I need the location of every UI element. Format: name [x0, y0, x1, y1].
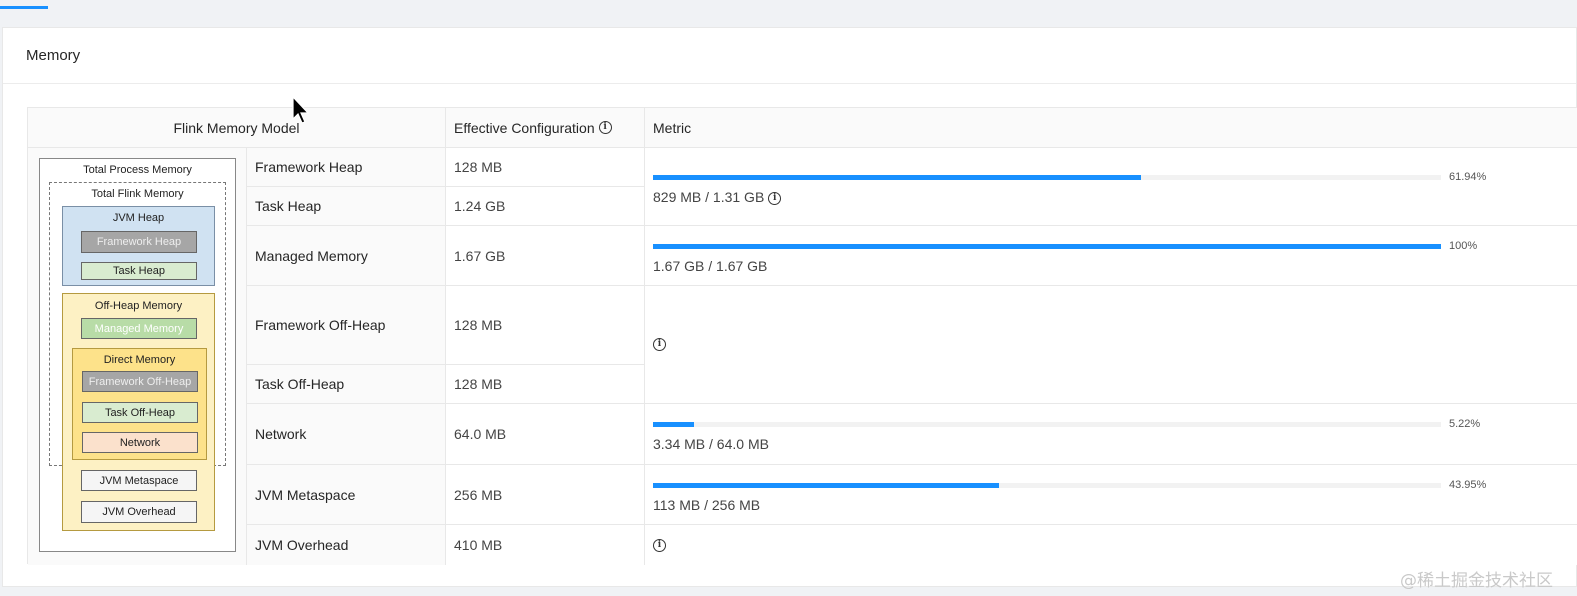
- diagram-network: Network: [82, 432, 198, 453]
- metric-heap: 61.94% 829 MB / 1.31 GB i: [645, 148, 1577, 226]
- network-progress-bar: [653, 422, 1441, 427]
- active-tab-indicator: [0, 6, 48, 9]
- top-strip: [0, 0, 1577, 10]
- header-model-label: Flink Memory Model: [173, 119, 300, 136]
- heap-progress-fill: [653, 175, 1142, 180]
- network-usage: 3.34 MB / 64.0 MB: [653, 436, 769, 452]
- watermark: @稀土掘金技术社区: [1400, 571, 1553, 591]
- row-value-label: 1.67 GB: [454, 247, 506, 264]
- row-value-label: 1.24 GB: [454, 198, 506, 214]
- row-value-task-heap: 1.24 GB: [446, 187, 645, 226]
- diagram-jvm-metaspace: JVM Metaspace: [81, 470, 197, 491]
- info-icon[interactable]: i: [768, 191, 782, 205]
- row-value-network: 64.0 MB: [446, 404, 645, 465]
- metaspace-progress-fill: [653, 483, 1000, 488]
- row-value-jvm-metaspace: 256 MB: [446, 465, 645, 525]
- diagram-jvm-heap-label: JVM Heap: [112, 212, 165, 224]
- row-value-framework-heap: 128 MB: [446, 148, 645, 187]
- header-metric-label: Metric: [653, 119, 692, 136]
- card-title: Memory: [26, 47, 81, 64]
- diagram-managed-memory: Managed Memory: [81, 318, 197, 339]
- row-value-label: 128 MB: [454, 376, 503, 392]
- row-value-label: 128 MB: [454, 159, 503, 175]
- mouse-cursor-icon: [292, 96, 310, 124]
- row-name-label: JVM Overhead: [255, 537, 349, 553]
- metric-managed: 100% 1.67 GB / 1.67 GB: [645, 226, 1577, 286]
- managed-percent: 100%: [1449, 240, 1478, 252]
- row-name-label: Task Off-Heap: [255, 376, 345, 392]
- diagram-jvm-overhead: JVM Overhead: [81, 501, 197, 523]
- metric-overhead: i: [645, 525, 1577, 565]
- row-name-label: Managed Memory: [255, 247, 368, 264]
- diagram-direct-memory-label: Direct Memory: [103, 354, 176, 366]
- metric-off-heap: i: [645, 286, 1577, 404]
- row-value-label: 256 MB: [454, 486, 503, 503]
- memory-table: Flink Memory Model Effective Configurati…: [27, 107, 1577, 565]
- row-name-label: Network: [255, 426, 307, 442]
- diagram-framework-heap: Framework Heap: [81, 231, 197, 253]
- metaspace-usage: 113 MB / 256 MB: [653, 497, 761, 513]
- card-header: Memory: [3, 28, 1576, 84]
- diagram-framework-off-heap: Framework Off-Heap: [82, 371, 198, 392]
- row-name-label: Framework Heap: [255, 159, 363, 175]
- row-name-label: Framework Off-Heap: [255, 317, 386, 333]
- row-name-managed-memory: Managed Memory: [247, 226, 446, 286]
- metaspace-percent: 43.95%: [1449, 479, 1487, 491]
- header-model: Flink Memory Model: [28, 108, 446, 148]
- managed-progress-fill: [653, 244, 1441, 249]
- row-value-label: 64.0 MB: [454, 426, 507, 442]
- diagram-total-process-label: Total Process Memory: [83, 164, 192, 176]
- header-metric: Metric: [645, 108, 1577, 148]
- row-value-managed-memory: 1.67 GB: [446, 226, 645, 286]
- diagram-total-flink-label: Total Flink Memory: [91, 188, 184, 200]
- diagram-jvm-heap: JVM Heap Framework Heap Task Heap: [62, 206, 215, 286]
- managed-usage: 1.67 GB / 1.67 GB: [653, 258, 768, 274]
- row-name-label: Task Heap: [255, 198, 322, 214]
- metric-network: 5.22% 3.34 MB / 64.0 MB: [645, 404, 1577, 465]
- managed-progress-bar: [653, 244, 1441, 249]
- memory-card: Memory Flink Memory Model Effective Conf…: [2, 27, 1577, 587]
- heap-usage: 829 MB / 1.31 GB i: [653, 189, 782, 205]
- diagram-off-heap: Off-Heap Memory Managed Memory Direct Me…: [62, 293, 215, 531]
- diagram-off-heap-label: Off-Heap Memory: [94, 300, 183, 312]
- header-config-label: Effective Configuration: [454, 119, 595, 136]
- diagram-task-heap: Task Heap: [81, 262, 197, 280]
- row-value-jvm-overhead: 410 MB: [446, 525, 645, 565]
- row-value-label: 410 MB: [454, 537, 503, 553]
- heap-progress-bar: [653, 175, 1441, 180]
- row-value-task-off-heap: 128 MB: [446, 365, 645, 404]
- diagram-task-off-heap: Task Off-Heap: [82, 402, 198, 423]
- memory-model-diagram: Total Process Memory Total Flink Memory …: [28, 148, 247, 565]
- diagram-direct-memory: Direct Memory Framework Off-Heap Task Of…: [72, 348, 207, 460]
- heap-usage-text: 829 MB / 1.31 GB: [653, 189, 765, 205]
- network-progress-fill: [653, 422, 695, 427]
- row-name-label: JVM Metaspace: [255, 486, 356, 503]
- network-percent: 5.22%: [1449, 418, 1481, 430]
- header-config: Effective Configuration i: [446, 108, 645, 148]
- row-name-jvm-overhead: JVM Overhead: [247, 525, 446, 565]
- row-name-jvm-metaspace: JVM Metaspace: [247, 465, 446, 525]
- row-name-task-off-heap: Task Off-Heap: [247, 365, 446, 404]
- info-icon[interactable]: i: [653, 338, 666, 351]
- row-name-network: Network: [247, 404, 446, 465]
- row-name-framework-heap: Framework Heap: [247, 148, 446, 187]
- heap-percent: 61.94%: [1449, 171, 1487, 183]
- row-value-framework-off-heap: 128 MB: [446, 286, 645, 365]
- row-name-task-heap: Task Heap: [247, 187, 446, 226]
- metaspace-progress-bar: [653, 483, 1441, 488]
- row-name-framework-off-heap: Framework Off-Heap: [247, 286, 446, 365]
- info-icon[interactable]: i: [598, 121, 612, 134]
- metric-metaspace: 43.95% 113 MB / 256 MB: [645, 465, 1577, 525]
- row-value-label: 128 MB: [454, 317, 503, 333]
- info-icon[interactable]: i: [653, 538, 666, 552]
